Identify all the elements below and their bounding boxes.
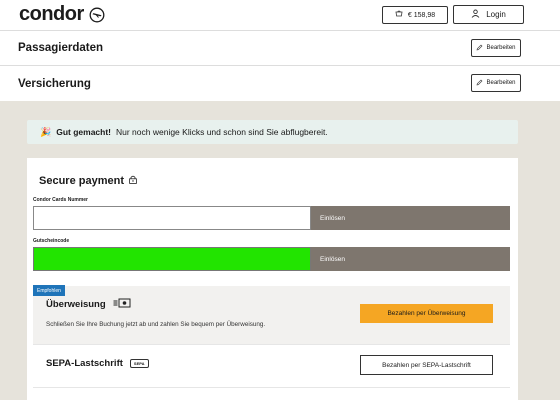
sepa-title: SEPA-Lastschrift SEPA <box>46 358 149 369</box>
card-number-input[interactable] <box>33 206 311 230</box>
payment-method-bank-transfer[interactable]: Empfohlen Überweisung Schließen Sie Ihre… <box>33 285 510 344</box>
pencil-icon <box>476 44 483 53</box>
bank-transfer-title: Überweisung <box>46 298 131 311</box>
lock-icon <box>129 175 137 187</box>
section-insurance: Versicherung Bearbeiten <box>0 65 560 101</box>
bank-transfer-name: Überweisung <box>46 299 106 310</box>
pay-by-bank-transfer-button[interactable]: Bezahlen per Überweisung <box>360 304 493 323</box>
card-number-label: Condor Cards Nummer <box>33 197 89 203</box>
edit-passenger-data-button[interactable]: Bearbeiten <box>471 39 521 57</box>
recommended-badge: Empfohlen <box>33 285 65 296</box>
sepa-icon: SEPA <box>129 359 149 368</box>
voucher-redeem-button[interactable]: Einlösen <box>311 247 510 271</box>
voucher-row: Einlösen <box>33 247 510 271</box>
payment-title: Secure payment <box>39 175 137 187</box>
card-redeem-button[interactable]: Einlösen <box>311 206 510 230</box>
plane-logo-icon <box>89 7 105 23</box>
voucher-label: Gutscheincode <box>33 238 70 244</box>
pencil-icon <box>476 79 483 88</box>
edit-label: Bearbeiten <box>486 45 516 51</box>
sepa-name: SEPA-Lastschrift <box>46 358 123 369</box>
section-title-insurance: Versicherung <box>18 78 91 90</box>
alert-bold-text: Gut gemacht! <box>56 127 111 137</box>
cart-total-value: € 158,98 <box>407 11 436 19</box>
payment-card: Secure payment Condor Cards Nummer Einlö… <box>27 158 518 400</box>
voucher-input[interactable] <box>33 247 311 271</box>
section-passenger-data: Passagierdaten Bearbeiten <box>0 30 560 65</box>
party-popper-icon: 🎉 <box>40 126 52 137</box>
user-icon <box>471 9 480 20</box>
edit-label: Bearbeiten <box>486 80 516 86</box>
payment-divider <box>33 387 510 388</box>
condor-logo[interactable]: condor <box>19 3 105 26</box>
payment-title-text: Secure payment <box>39 175 124 187</box>
top-bar: condor € 158,98 Login <box>0 0 560 30</box>
logo-text: condor <box>19 3 84 25</box>
login-button[interactable]: Login <box>453 5 524 24</box>
money-transfer-icon <box>113 298 131 311</box>
cart-total-button[interactable]: € 158,98 <box>382 6 448 24</box>
payment-method-sepa[interactable]: SEPA-Lastschrift SEPA Bezahlen per SEPA-… <box>33 345 510 386</box>
cart-icon <box>395 10 403 20</box>
section-title-passenger-data: Passagierdaten <box>18 42 104 54</box>
alert-text: Nur noch wenige Klicks und schon sind Si… <box>116 127 328 137</box>
success-alert: 🎉 Gut gemacht! Nur noch wenige Klicks un… <box>27 120 518 144</box>
login-label: Login <box>486 10 506 19</box>
edit-insurance-button[interactable]: Bearbeiten <box>471 74 521 92</box>
bank-transfer-description: Schließen Sie Ihre Buchung jetzt ab und … <box>46 321 266 328</box>
card-number-row: Einlösen <box>33 206 510 230</box>
pay-by-sepa-button[interactable]: Bezahlen per SEPA-Lastschrift <box>360 355 493 375</box>
